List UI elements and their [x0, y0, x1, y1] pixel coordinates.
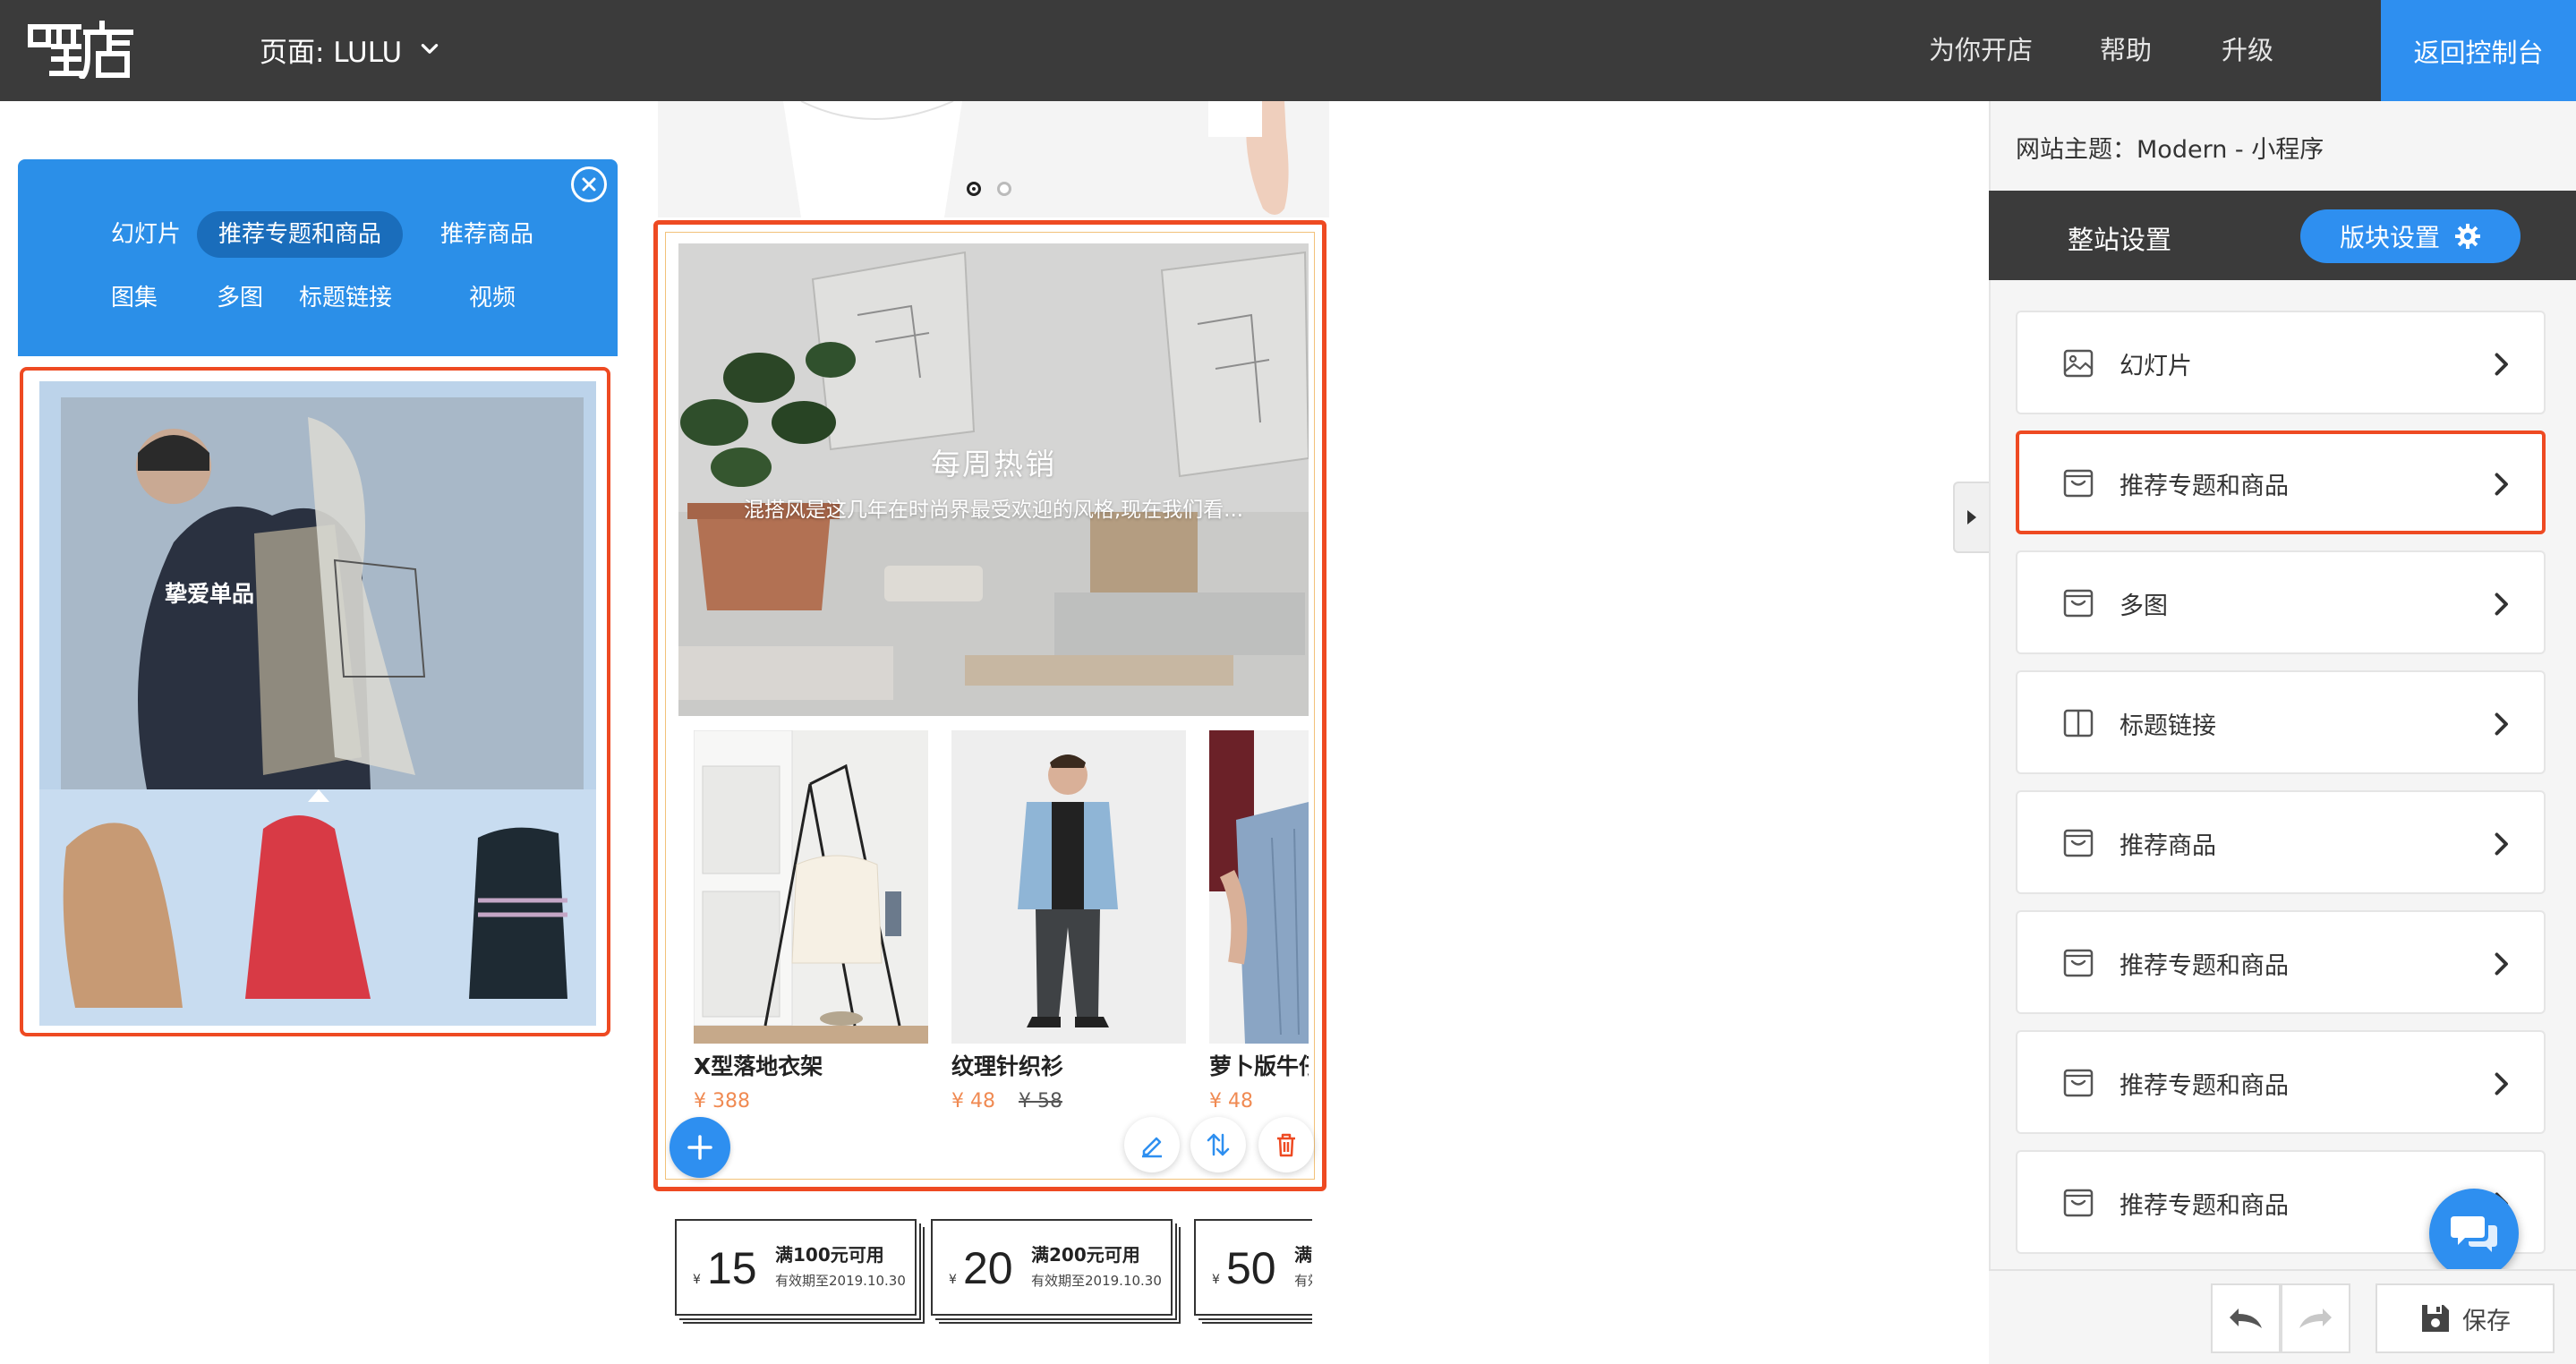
tray-icon [2062, 1068, 2094, 1098]
undo-icon [2230, 1309, 2262, 1328]
chevron-right-icon [2485, 828, 2517, 860]
image-icon [2062, 348, 2094, 379]
tray-icon [2062, 828, 2094, 858]
chevron-right-icon [2485, 348, 2517, 380]
chevron-right-icon [2485, 1068, 2517, 1100]
chevron-right-icon [2485, 588, 2517, 620]
block-list-item[interactable]: 幻灯片 [2016, 311, 2546, 414]
coupon-expiry: 有效 [1294, 1273, 1312, 1289]
save-button[interactable]: 保存 [2376, 1283, 2555, 1353]
chat-support-button[interactable] [2429, 1189, 2519, 1278]
block-list-item[interactable]: 推荐专题和商品 [2016, 431, 2546, 534]
block-list-item[interactable]: 标题链接 [2016, 670, 2546, 774]
coupon-expiry: 有效期至2019.10.30 [1031, 1273, 1162, 1289]
redo-icon [2299, 1309, 2332, 1328]
block-list-item[interactable]: 多图 [2016, 550, 2546, 654]
coupon-expiry: 有效期至2019.10.30 [775, 1273, 906, 1289]
save-label: 保存 [2462, 1307, 2511, 1335]
book-icon [2062, 708, 2094, 738]
block-list-item[interactable]: 推荐专题和商品 [2016, 1030, 2546, 1134]
block-list-item-label: 推荐专题和商品 [2120, 473, 2289, 500]
block-list-item-label: 推荐专题和商品 [2120, 1192, 2289, 1220]
block-list-item-label: 多图 [2120, 592, 2168, 620]
block-list-item-label: 推荐专题和商品 [2120, 1072, 2289, 1100]
tray-icon [2062, 468, 2094, 499]
chat-bubbles-icon [2451, 1216, 2497, 1252]
chevron-right-icon [2485, 708, 2517, 740]
tray-icon [2062, 1188, 2094, 1218]
chevron-right-icon [2485, 948, 2517, 980]
undo-button[interactable] [2211, 1283, 2281, 1353]
block-list-item-label: 推荐商品 [2120, 832, 2216, 860]
block-list-item[interactable]: 推荐专题和商品 [2016, 910, 2546, 1014]
floppy-disk-icon [2422, 1305, 2449, 1332]
chevron-right-icon [2485, 468, 2517, 500]
block-list-item-label: 幻灯片 [2120, 353, 2192, 380]
block-list: 幻灯片 推荐专题和商品 多图 标题链接 推荐商品 推荐专题和商品 推荐专题和商品 推荐专题和商… [0, 0, 2576, 1269]
tray-icon [2062, 588, 2094, 618]
block-list-item-label: 推荐专题和商品 [2120, 952, 2289, 980]
block-list-item-label: 标题链接 [2120, 712, 2216, 740]
redo-button[interactable] [2281, 1283, 2350, 1353]
tray-icon [2062, 948, 2094, 978]
block-list-item[interactable]: 推荐商品 [2016, 790, 2546, 894]
